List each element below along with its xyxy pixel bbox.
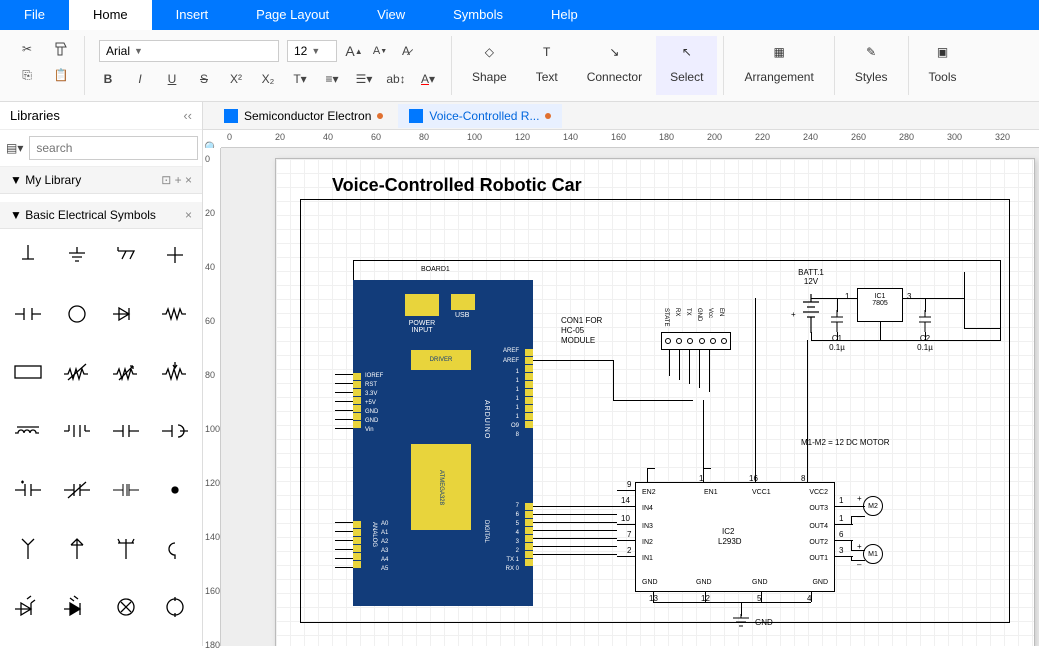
font-shrink-icon[interactable]: A▼ bbox=[371, 42, 389, 60]
menu-page-layout[interactable]: Page Layout bbox=[232, 0, 353, 30]
libraries-title: Libraries bbox=[10, 108, 60, 123]
symbol-ant1[interactable] bbox=[4, 527, 51, 571]
motors-label: M1-M2 = 12 DC MOTOR bbox=[801, 438, 890, 447]
strike-icon[interactable]: S bbox=[195, 70, 213, 88]
symbol-led1[interactable] bbox=[4, 585, 51, 629]
symbol-cap-pol[interactable] bbox=[151, 409, 198, 453]
battery[interactable] bbox=[801, 294, 821, 337]
ruler-horizontal: 0204060801001201401601802002202402602803… bbox=[221, 130, 1039, 148]
underline-icon[interactable]: U bbox=[163, 70, 181, 88]
menu-bar: File Home Insert Page Layout View Symbol… bbox=[0, 0, 1039, 30]
shape-tool[interactable]: ◇Shape bbox=[458, 36, 521, 95]
ruler-vertical: 020406080100120140160180 bbox=[203, 148, 221, 646]
libraries-panel: Libraries ‹‹ ▤▾ 🔍 ⌃⌄ ▼ My Library ⊡ + × … bbox=[0, 102, 203, 646]
symbol-ant2[interactable] bbox=[53, 527, 100, 571]
subscript-icon[interactable]: X₂ bbox=[259, 70, 277, 88]
symbol-ind1[interactable] bbox=[4, 409, 51, 453]
symbol-ground[interactable] bbox=[4, 233, 51, 277]
con1-label: CON1 FOR HC-05 MODULE bbox=[561, 316, 611, 346]
cap-c1[interactable]: C10.1µ bbox=[829, 310, 845, 352]
doc-icon bbox=[224, 109, 238, 123]
symbol-diode[interactable] bbox=[102, 292, 149, 336]
ic1-7805[interactable]: IC17805 bbox=[857, 288, 903, 322]
symbol-lamp[interactable] bbox=[102, 585, 149, 629]
symbol-cap-var[interactable] bbox=[53, 468, 100, 512]
case-icon[interactable]: T▾ bbox=[291, 70, 309, 88]
tools-tool[interactable]: ▣Tools bbox=[915, 36, 971, 95]
format-painter-icon[interactable] bbox=[52, 40, 70, 58]
text-tool[interactable]: TText bbox=[521, 36, 573, 95]
ic2-l293d[interactable]: EN2 IN4 IN3 IN2 IN1 GND EN1 GND VCC1 GND… bbox=[635, 482, 835, 592]
styles-tool[interactable]: ✎Styles bbox=[841, 36, 902, 95]
menu-help[interactable]: Help bbox=[527, 0, 602, 30]
page: Voice-Controlled Robotic Car BOARD1 POWE… bbox=[275, 158, 1035, 646]
symbol-var-res[interactable] bbox=[53, 350, 100, 394]
symbol-circle[interactable] bbox=[53, 292, 100, 336]
symbol-rect[interactable] bbox=[4, 350, 51, 394]
font-color-icon[interactable]: A▾ bbox=[419, 70, 437, 88]
board-label: BOARD1 bbox=[421, 266, 450, 273]
symbol-pot[interactable] bbox=[151, 350, 198, 394]
motor-m1[interactable]: M1 bbox=[863, 544, 883, 564]
symbol-led2[interactable] bbox=[53, 585, 100, 629]
diagram-title: Voice-Controlled Robotic Car bbox=[332, 175, 582, 196]
arrangement-tool[interactable]: ▦Arrangement bbox=[730, 36, 827, 95]
document-tabs: Semiconductor Electron Voice-Controlled … bbox=[203, 102, 1039, 130]
symbol-cap4[interactable] bbox=[102, 468, 149, 512]
doc-tab-1[interactable]: Semiconductor Electron bbox=[213, 104, 394, 128]
diagram-frame: BOARD1 POWER INPUT USB DRIVER ATMEGA328 … bbox=[300, 199, 1010, 623]
menu-home[interactable]: Home bbox=[69, 0, 152, 30]
menu-insert[interactable]: Insert bbox=[152, 0, 233, 30]
clear-format-icon[interactable]: A̷ bbox=[397, 42, 415, 60]
arduino-board[interactable]: POWER INPUT USB DRIVER ATMEGA328 IOREFRS… bbox=[353, 280, 533, 606]
canvas[interactable]: Voice-Controlled Robotic Car BOARD1 POWE… bbox=[221, 148, 1039, 646]
my-library-section[interactable]: ▼ My Library ⊡ + × bbox=[0, 167, 202, 194]
menu-file[interactable]: File bbox=[0, 0, 69, 30]
copy-icon[interactable]: ⎘ bbox=[18, 66, 36, 84]
library-menu-icon[interactable]: ▤▾ bbox=[6, 139, 23, 157]
symbol-loop[interactable] bbox=[151, 527, 198, 571]
list-icon[interactable]: ☰▾ bbox=[355, 70, 373, 88]
symbol-ind2[interactable] bbox=[53, 409, 100, 453]
symbol-ant3[interactable] bbox=[102, 527, 149, 571]
menu-symbols[interactable]: Symbols bbox=[429, 0, 527, 30]
font-select[interactable]: Arial▼ bbox=[99, 40, 279, 62]
symbol-cap1[interactable] bbox=[4, 292, 51, 336]
menu-view[interactable]: View bbox=[353, 0, 429, 30]
collapse-icon[interactable]: ‹‹ bbox=[183, 108, 192, 123]
cap-c2[interactable]: C20.1µ bbox=[917, 310, 933, 352]
basic-symbols-section[interactable]: ▼ Basic Electrical Symbols × bbox=[0, 202, 202, 229]
bold-icon[interactable]: B bbox=[99, 70, 117, 88]
connector-tool[interactable]: ↘Connector bbox=[573, 36, 656, 95]
line-spacing-icon[interactable]: ≡▾ bbox=[323, 70, 341, 88]
superscript-icon[interactable]: X² bbox=[227, 70, 245, 88]
symbol-src[interactable] bbox=[151, 585, 198, 629]
symbol-chassis[interactable] bbox=[102, 233, 149, 277]
cut-icon[interactable]: ✂ bbox=[18, 40, 36, 58]
toolbar: ✂ ⎘ 📋 Arial▼ 12▼ A▲ A▼ A̷ B I U S X² X₂ … bbox=[0, 30, 1039, 102]
symbol-node[interactable] bbox=[151, 233, 198, 277]
select-tool[interactable]: ↖Select bbox=[656, 36, 717, 95]
symbol-res2[interactable] bbox=[151, 292, 198, 336]
paste-icon[interactable]: 📋 bbox=[52, 66, 70, 84]
search-input[interactable] bbox=[29, 136, 198, 160]
doc-tab-2[interactable]: Voice-Controlled R... bbox=[398, 104, 562, 128]
motor-m2[interactable]: M2 bbox=[863, 496, 883, 516]
font-grow-icon[interactable]: A▲ bbox=[345, 42, 363, 60]
symbol-cap3[interactable] bbox=[4, 468, 51, 512]
symbol-earth[interactable] bbox=[53, 233, 100, 277]
symbol-dot[interactable] bbox=[151, 468, 198, 512]
symbol-cap2[interactable] bbox=[102, 409, 149, 453]
italic-icon[interactable]: I bbox=[131, 70, 149, 88]
con1-module[interactable] bbox=[661, 332, 731, 350]
size-select[interactable]: 12▼ bbox=[287, 40, 337, 62]
symbol-var-res2[interactable] bbox=[102, 350, 149, 394]
doc-icon bbox=[409, 109, 423, 123]
text-direction-icon[interactable]: ab↕ bbox=[387, 70, 405, 88]
